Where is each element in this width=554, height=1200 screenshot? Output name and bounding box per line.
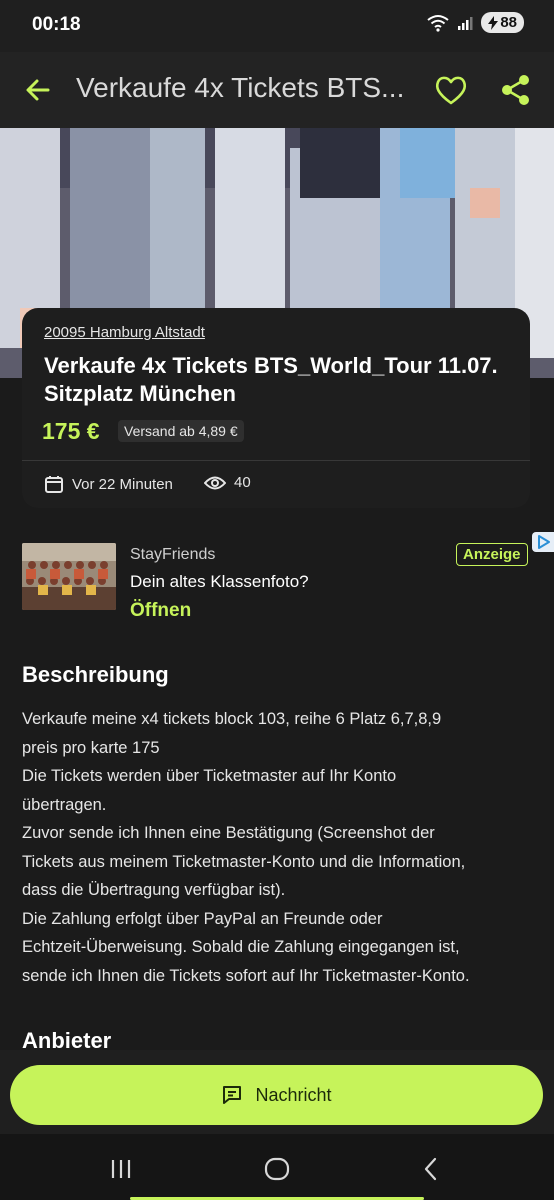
calendar-icon bbox=[45, 476, 63, 493]
battery-level: 88 bbox=[500, 14, 517, 31]
posted-time-label: Vor 22 Minuten bbox=[72, 475, 173, 493]
message-button-label: Nachricht bbox=[255, 1084, 332, 1105]
recent-apps-button[interactable] bbox=[106, 1154, 136, 1184]
ad-headline[interactable]: Dein altes Klassenfoto? bbox=[130, 572, 309, 592]
heart-icon bbox=[435, 76, 467, 105]
description-line: übertragen. bbox=[22, 795, 107, 814]
favorite-button[interactable] bbox=[432, 72, 470, 108]
share-button[interactable] bbox=[498, 72, 534, 108]
listing-title: Verkaufe 4x Tickets BTS_World_Tour 11.07… bbox=[44, 353, 498, 406]
status-bar: 00:18 88 bbox=[0, 0, 554, 52]
eye-icon bbox=[204, 476, 226, 489]
ad-class-photo bbox=[22, 543, 116, 610]
app-header: Verkaufe 4x Tickets BTS... bbox=[0, 52, 554, 128]
description-line: preis pro karte 175 bbox=[22, 738, 160, 757]
ad-choices-button[interactable] bbox=[532, 532, 554, 552]
home-button[interactable] bbox=[262, 1154, 292, 1184]
charging-icon bbox=[488, 15, 499, 30]
description-line: Die Zahlung erfolgt über PayPal an Freun… bbox=[22, 909, 383, 928]
message-button[interactable]: Nachricht bbox=[10, 1065, 543, 1125]
listing-price: 175 € bbox=[42, 418, 100, 444]
share-icon bbox=[502, 75, 529, 105]
ad-open-link[interactable]: Öffnen bbox=[130, 600, 191, 622]
listing-info-card: 20095 Hamburg Altstadt Verkaufe 4x Ticke… bbox=[22, 308, 530, 508]
system-back-button[interactable] bbox=[416, 1154, 446, 1184]
recent-apps-icon bbox=[111, 1160, 131, 1178]
description-line: dass die Übertragung verfügbar ist). bbox=[22, 881, 286, 899]
shipping-badge: Versand ab 4,89 € bbox=[118, 420, 244, 442]
arrow-left-icon bbox=[26, 79, 50, 101]
listing-location-link[interactable]: 20095 Hamburg Altstadt bbox=[44, 324, 205, 341]
divider bbox=[22, 460, 530, 461]
status-time: 00:18 bbox=[32, 14, 81, 35]
description-heading: Beschreibung bbox=[22, 662, 169, 687]
ad-choices-icon bbox=[538, 535, 550, 549]
battery-indicator: 88 bbox=[481, 12, 524, 33]
chevron-left-icon bbox=[424, 1157, 437, 1181]
home-icon bbox=[264, 1157, 290, 1181]
description-line: Verkaufe meine x4 tickets block 103, rei… bbox=[22, 710, 442, 728]
description-body: Verkaufe meine x4 tickets block 103, rei… bbox=[22, 705, 534, 990]
signal-icon bbox=[458, 16, 473, 30]
wifi-icon bbox=[427, 14, 449, 32]
back-button[interactable] bbox=[20, 72, 56, 108]
view-count-label: 40 bbox=[234, 474, 251, 491]
description-line: Zuvor sende ich Ihnen eine Bestätigung (… bbox=[22, 824, 435, 842]
description-line: sende ich Ihnen die Tickets sofort auf I… bbox=[22, 966, 470, 985]
ad-image[interactable] bbox=[22, 543, 116, 610]
page-title: Verkaufe 4x Tickets BTS... bbox=[76, 72, 405, 103]
description-line: Tickets aus meinem Ticketmaster-Konto un… bbox=[22, 852, 466, 871]
ad-badge: Anzeige bbox=[456, 543, 528, 566]
status-icons: 88 bbox=[427, 12, 524, 33]
view-count: 40 bbox=[204, 474, 251, 491]
description-line: Echtzeit-Überweisung. Sobald die Zahlung… bbox=[22, 938, 460, 956]
description-line: Die Tickets werden über Ticketmaster auf… bbox=[22, 767, 397, 785]
system-nav-bar bbox=[0, 1134, 554, 1200]
ad-brand: StayFriends bbox=[130, 546, 216, 563]
message-icon bbox=[223, 1086, 242, 1104]
posted-time: Vor 22 Minuten bbox=[44, 474, 173, 494]
